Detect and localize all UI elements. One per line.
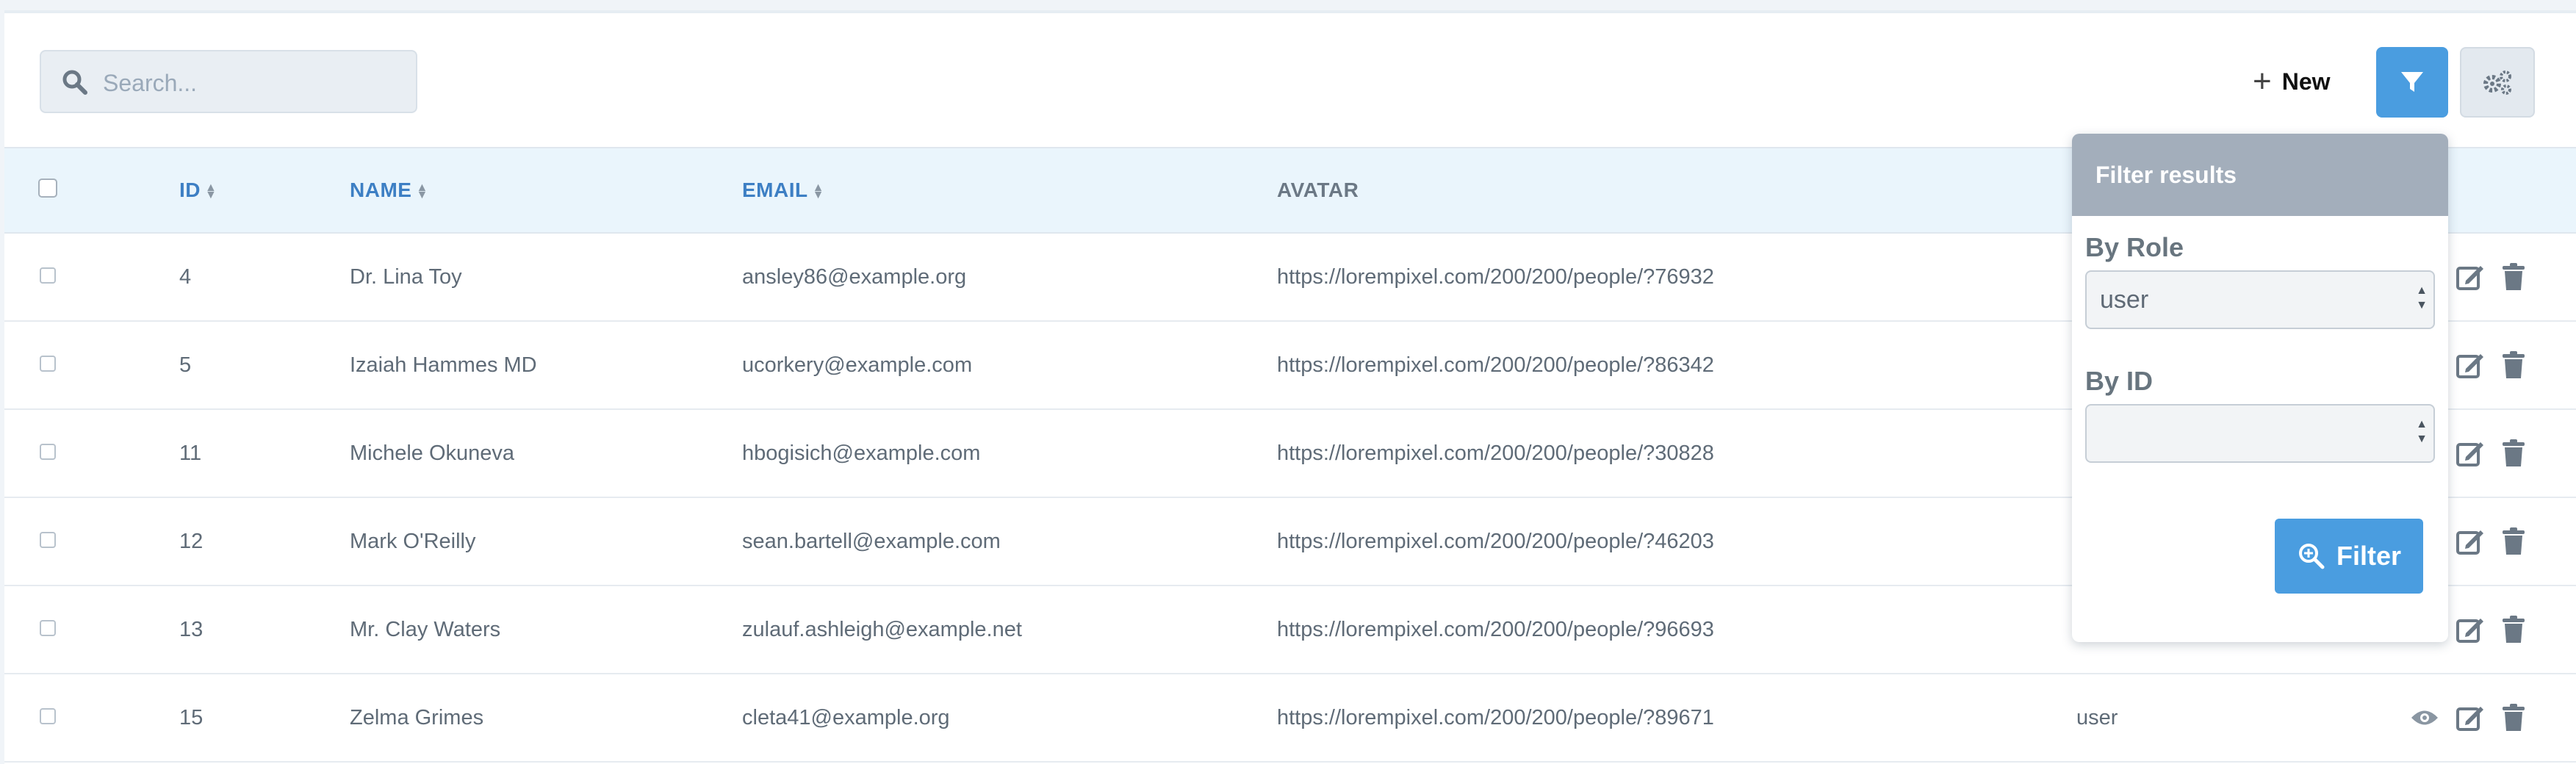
id-select[interactable]: ▲ ▼	[2085, 404, 2435, 463]
cell-id: 13	[179, 617, 204, 641]
filter-submit-label: Filter	[2336, 541, 2401, 571]
cell-id: 15	[179, 705, 204, 729]
main-frame: Search... + New ID ▲ ▼ NAME ▲ ▼ EMAIL ▲ …	[4, 10, 2576, 764]
email-column-header[interactable]: EMAIL ▲ ▼	[742, 148, 1277, 233]
name-column-header[interactable]: NAME ▲ ▼	[350, 148, 742, 233]
cell-id: 12	[179, 529, 204, 553]
search-input[interactable]: Search...	[40, 50, 417, 113]
cell-avatar: https://lorempixel.com/200/200/people/?9…	[1277, 617, 1714, 641]
trash-icon[interactable]	[2501, 527, 2526, 555]
cell-id: 5	[179, 353, 192, 377]
cell-name: Zelma Grimes	[350, 705, 484, 729]
cell-email: sean.bartell@example.com	[742, 529, 1001, 553]
sort-icon: ▲ ▼	[812, 181, 824, 201]
select-arrows-icon: ▲ ▼	[2416, 284, 2428, 311]
sort-icon: ▲ ▼	[416, 181, 428, 201]
cell-id: 11	[179, 441, 202, 465]
gears-icon	[2483, 71, 2511, 95]
edit-icon[interactable]	[2456, 439, 2485, 467]
row-checkbox[interactable]	[40, 531, 56, 548]
cell-id: 4	[179, 264, 192, 289]
trash-icon[interactable]	[2501, 439, 2526, 467]
cell-email: zulauf.ashleigh@example.net	[742, 617, 1022, 641]
filter-toggle-button[interactable]	[2376, 47, 2448, 118]
id-filter-label: By ID	[2085, 366, 2154, 396]
cell-name: Michele Okuneva	[350, 441, 515, 465]
cell-name: Mr. Clay Waters	[350, 617, 501, 641]
cell-avatar: https://lorempixel.com/200/200/people/?3…	[1277, 441, 1714, 465]
cell-avatar: https://lorempixel.com/200/200/people/?8…	[1277, 705, 1714, 729]
trash-icon[interactable]	[2501, 263, 2526, 291]
plus-icon: +	[2253, 63, 2272, 99]
trash-icon[interactable]	[2501, 351, 2526, 379]
cell-name: Izaiah Hammes MD	[350, 353, 537, 377]
search-icon	[62, 70, 87, 95]
zoom-in-icon	[2298, 544, 2325, 569]
cell-role: user	[2076, 705, 2118, 729]
trash-icon[interactable]	[2501, 616, 2526, 644]
row-checkbox[interactable]	[40, 267, 56, 284]
filter-panel-title: Filter results	[2072, 134, 2448, 216]
cell-email: ansley86@example.org	[742, 264, 967, 289]
new-button[interactable]: + New	[2253, 56, 2331, 107]
role-select[interactable]: user ▲ ▼	[2085, 270, 2435, 329]
avatar-column-header: AVATAR	[1277, 179, 1359, 201]
edit-icon[interactable]	[2456, 704, 2485, 732]
row-checkbox[interactable]	[40, 443, 56, 460]
select-all-checkbox[interactable]	[38, 178, 57, 198]
cell-avatar: https://lorempixel.com/200/200/people/?4…	[1277, 529, 1714, 553]
edit-icon[interactable]	[2456, 616, 2485, 644]
filter-submit-button[interactable]: Filter	[2275, 519, 2423, 594]
funnel-icon	[2401, 72, 2423, 92]
edit-icon[interactable]	[2456, 263, 2485, 291]
cell-name: Mark O'Reilly	[350, 529, 476, 553]
toolbar: Search... + New	[4, 13, 2576, 147]
edit-icon[interactable]	[2456, 351, 2485, 379]
cell-email: cleta41@example.org	[742, 705, 950, 729]
row-checkbox[interactable]	[40, 707, 56, 724]
trash-icon[interactable]	[2501, 704, 2526, 732]
eye-icon[interactable]	[2410, 707, 2439, 729]
role-select-value: user	[2100, 286, 2149, 314]
filter-panel: Filter results By Role user ▲ ▼ By ID ▲ ▼ …	[2072, 134, 2448, 642]
row-checkbox[interactable]	[40, 619, 56, 636]
cell-email: ucorkery@example.com	[742, 353, 973, 377]
sort-icon: ▲ ▼	[205, 181, 217, 201]
row-checkbox[interactable]	[40, 355, 56, 372]
cell-email: hbogisich@example.com	[742, 441, 981, 465]
new-button-label: New	[2281, 68, 2331, 95]
edit-icon[interactable]	[2456, 527, 2485, 555]
table-row: 15 Zelma Grimes cleta41@example.org http…	[4, 674, 2576, 762]
settings-button[interactable]	[2460, 47, 2535, 118]
cell-avatar: https://lorempixel.com/200/200/people/?8…	[1277, 353, 1714, 377]
search-placeholder: Search...	[103, 70, 198, 96]
cell-avatar: https://lorempixel.com/200/200/people/?7…	[1277, 264, 1714, 289]
select-arrows-icon: ▲ ▼	[2416, 418, 2428, 445]
cell-name: Dr. Lina Toy	[350, 264, 462, 289]
id-column-header[interactable]: ID ▲ ▼	[179, 148, 350, 233]
role-filter-label: By Role	[2085, 232, 2184, 262]
